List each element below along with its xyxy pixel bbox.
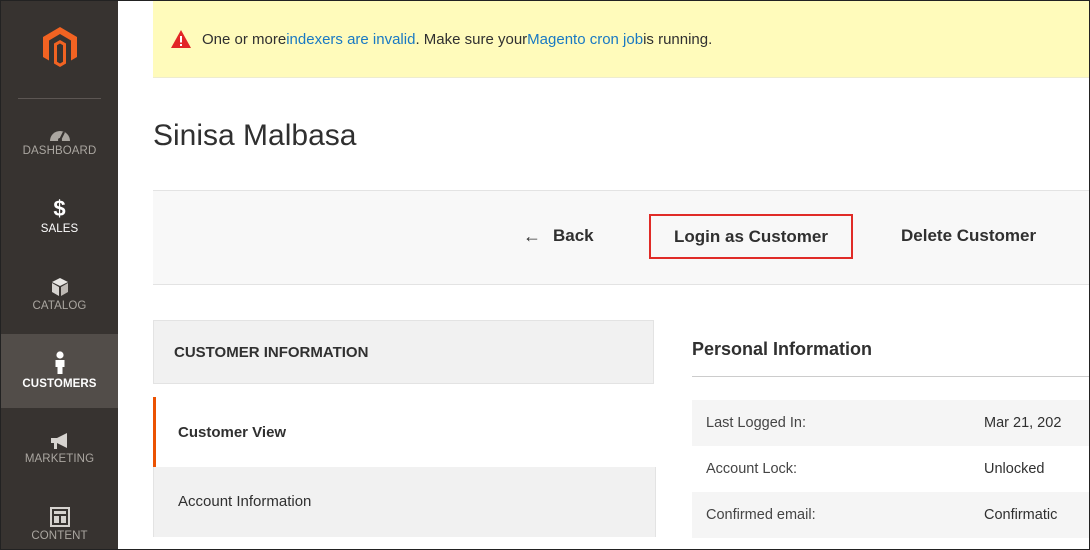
notice-text: . Make sure your [415,30,528,48]
admin-page: Dashboard $ Sales Catalog [0,0,1090,550]
sidebar-item-label: Sales [40,222,79,235]
delete-customer-label: Delete Customer [901,226,1037,245]
tab-account-information[interactable]: Account Information [153,467,656,537]
row-value: Mar 21, 202 [984,415,1062,431]
magento-logo-icon [42,27,77,72]
sidebar-item-sales[interactable]: $ Sales [1,181,118,251]
row-value: Unlocked [984,461,1045,477]
sidebar-divider [18,98,101,99]
login-as-customer-button[interactable]: Login as Customer [649,214,853,259]
login-as-customer-label: Login as Customer [674,226,828,246]
section-title: Personal Information [692,339,873,359]
table-row: Last Logged In: Mar 21, 202 [692,400,1089,446]
customer-tabs: CUSTOMER INFORMATION Customer View Accou… [153,320,656,549]
layout-icon [49,505,70,527]
section-divider [692,376,1089,377]
notice-text: is running. [643,30,713,48]
person-icon [54,350,66,375]
megaphone-icon [49,428,71,450]
admin-sidebar: Dashboard $ Sales Catalog [1,1,118,549]
logo[interactable] [1,1,118,98]
table-row: Account Lock: Unlocked [692,446,1089,492]
system-notice: One or more indexers are invalid. Make s… [153,1,1089,78]
tab-label: Customer View [178,423,287,441]
sidebar-item-label: Dashboard [22,144,97,157]
warning-triangle-icon [170,29,192,49]
row-label: Last Logged In: [706,415,806,431]
notice-text: One or more [202,30,287,48]
sidebar-item-catalog[interactable]: Catalog [1,258,118,328]
sidebar-item-marketing[interactable]: Marketing [1,411,118,481]
delete-customer-button[interactable]: Delete Customer [901,213,1036,259]
cube-icon [51,275,69,297]
sidebar-item-dashboard[interactable]: Dashboard [1,103,118,173]
table-row: Confirmed email: Confirmatic [692,492,1089,538]
speedometer-icon [49,120,71,142]
page-title: Sinisa Malbasa [153,119,357,152]
sidebar-item-label: Marketing [24,452,95,465]
personal-info-table: Last Logged In: Mar 21, 202 Account Lock… [692,400,1089,538]
sidebar-item-customers[interactable]: Customers [1,334,118,408]
cron-job-link[interactable]: Magento cron job [527,31,643,48]
row-label: Account Lock: [706,461,798,477]
tab-customer-view[interactable]: Customer View [153,397,656,467]
tabs-heading: CUSTOMER INFORMATION [153,320,654,384]
back-label: Back [553,226,594,245]
arrow-left-icon: ← [523,225,541,246]
page-actions-toolbar: ← Back Login as Customer Delete Customer [153,190,1089,285]
sidebar-item-content[interactable]: Content [1,488,118,549]
indexers-link[interactable]: indexers are invalid [286,31,415,48]
tab-label: Account Information [178,493,312,510]
row-label: Confirmed email: [706,507,816,523]
sidebar-item-label: Content [31,529,88,542]
sidebar-item-label: Catalog [32,299,87,312]
sidebar-item-label: Customers [22,377,97,390]
dollar-icon: $ [53,195,66,221]
row-value: Confirmatic [984,507,1058,523]
back-button[interactable]: ← Back [523,213,594,259]
